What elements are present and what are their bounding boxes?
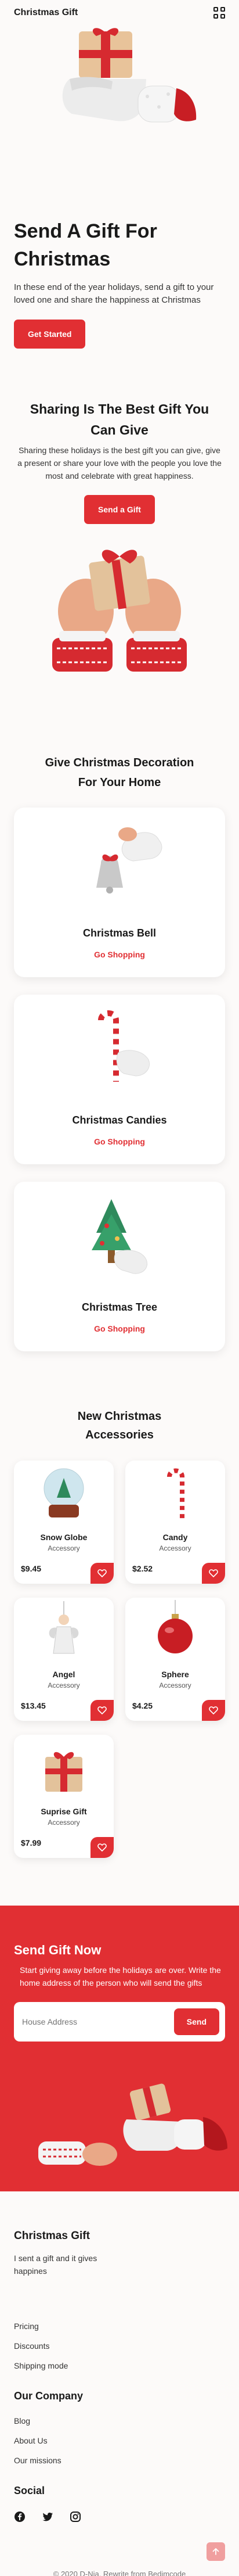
product-price: $9.45 <box>21 1564 42 1573</box>
product-name: Angel <box>52 1670 75 1679</box>
add-to-cart-button[interactable] <box>90 1837 114 1858</box>
product-type: Accessory <box>159 1681 191 1689</box>
logo[interactable]: Christmas Gift <box>14 8 78 18</box>
product-price: $13.45 <box>21 1701 46 1710</box>
product-type: Accessory <box>48 1681 80 1689</box>
accessories-title: New Christmas Accessories <box>77 1410 162 1441</box>
grid-menu-icon[interactable] <box>213 7 225 19</box>
card-title: Christmas Bell <box>82 927 157 939</box>
company-links: Blog About Us Our missions <box>14 2416 225 2465</box>
arrow-up-icon <box>212 2548 219 2555</box>
heart-icon <box>97 1706 107 1715</box>
footer-link-missions[interactable]: Our missions <box>14 2456 225 2465</box>
footer-link-about[interactable]: About Us <box>14 2436 225 2445</box>
product-type: Accessory <box>48 1544 80 1552</box>
share-image <box>16 530 223 681</box>
facebook-icon[interactable] <box>14 2511 26 2525</box>
go-shopping-link[interactable]: Go Shopping <box>14 1324 225 1333</box>
product-price: $2.52 <box>132 1564 153 1573</box>
heart-icon <box>209 1706 218 1715</box>
address-input[interactable] <box>22 2017 174 2026</box>
footer-link-shipping[interactable]: Shipping mode <box>14 2361 225 2370</box>
heart-icon <box>97 1843 107 1852</box>
product-name: Snow Globe <box>40 1533 88 1542</box>
heart-icon <box>97 1569 107 1578</box>
share-section: Sharing Is The Best Gift You Can Give Sh… <box>0 399 239 681</box>
decoration-card: Christmas Candies Go Shopping <box>14 995 225 1164</box>
send-form: Send <box>14 2002 225 2042</box>
heart-icon <box>209 1569 218 1578</box>
gift-exchange-illustration <box>38 2083 227 2166</box>
product-card: Angel Accessory $13.45 <box>14 1598 114 1721</box>
footer: Christmas Gift I sent a gift and it give… <box>0 2191 239 2576</box>
gift-hand-illustration <box>62 28 197 123</box>
footer-brand[interactable]: Christmas Gift <box>14 2230 225 2243</box>
hands-gift-illustration <box>52 550 187 672</box>
decoration-title: Give Christmas Decoration For Your Home <box>45 756 194 789</box>
footer-link-pricing[interactable]: Pricing <box>14 2322 225 2331</box>
send-image <box>0 2064 239 2191</box>
send-title: Send Gift Now <box>14 1943 102 1957</box>
instagram-icon[interactable] <box>70 2511 81 2525</box>
candy-image <box>125 1461 225 1524</box>
product-type: Accessory <box>48 1818 80 1827</box>
decoration-card: Christmas Bell Go Shopping <box>14 808 225 977</box>
footer-link-discounts[interactable]: Discounts <box>14 2341 225 2351</box>
page: Christmas Gift Send A Gift For Christmas… <box>0 0 239 2576</box>
product-price: $4.25 <box>132 1701 153 1710</box>
product-name: Candy <box>162 1533 188 1542</box>
hero-section: Send A Gift For Christmas In these end o… <box>0 26 239 349</box>
footer-description: I sent a gift and it gives happines <box>14 2254 97 2276</box>
tree-image <box>14 1182 225 1286</box>
product-card: Snow Globe Accessory $9.45 <box>14 1461 114 1584</box>
add-to-cart-button[interactable] <box>90 1563 114 1584</box>
hero-title: Send A Gift For Christmas <box>14 220 157 270</box>
social-title: Social <box>14 2485 45 2496</box>
share-text: Sharing these holidays is the best gift … <box>17 446 222 480</box>
decoration-cards: Christmas Bell Go Shopping Christmas Can… <box>0 808 239 1351</box>
footer-link-blog[interactable]: Blog <box>14 2416 225 2426</box>
accessories-grid: Snow Globe Accessory $9.45 Candy Accesso… <box>0 1461 239 1858</box>
decoration-card: Christmas Tree Go Shopping <box>14 1182 225 1351</box>
hero-image <box>14 26 225 153</box>
add-to-cart-button[interactable] <box>202 1563 225 1584</box>
footer-links: Pricing Discounts Shipping mode <box>14 2322 225 2370</box>
product-name: Sphere <box>161 1670 189 1679</box>
send-text: Start giving away before the holidays ar… <box>20 1965 221 1987</box>
product-type: Accessory <box>159 1544 191 1552</box>
snow-globe-image <box>14 1461 114 1524</box>
add-to-cart-button[interactable] <box>202 1700 225 1721</box>
card-title: Christmas Tree <box>81 1301 158 1313</box>
product-card: Suprise Gift Accessory $7.99 <box>14 1735 114 1858</box>
sphere-image <box>125 1598 225 1662</box>
angel-image <box>14 1598 114 1662</box>
product-price: $7.99 <box>21 1838 42 1847</box>
twitter-icon[interactable] <box>42 2511 53 2525</box>
product-card: Candy Accessory $2.52 <box>125 1461 225 1584</box>
get-started-button[interactable]: Get Started <box>14 320 86 349</box>
accessories-section: New Christmas Accessories Snow Globe Acc… <box>0 1407 239 1858</box>
add-to-cart-button[interactable] <box>90 1700 114 1721</box>
send-gift-section: Send Gift Now Start giving away before t… <box>0 1906 239 2191</box>
company-title: Our Company <box>14 2390 84 2402</box>
surprise-gift-image <box>14 1735 114 1799</box>
decoration-section: Give Christmas Decoration For Your Home … <box>0 753 239 1351</box>
go-shopping-link[interactable]: Go Shopping <box>14 950 225 959</box>
product-card: Sphere Accessory $4.25 <box>125 1598 225 1721</box>
go-shopping-link[interactable]: Go Shopping <box>14 1137 225 1146</box>
scroll-up-button[interactable] <box>207 2542 225 2561</box>
card-title: Christmas Candies <box>72 1114 167 1126</box>
social-icons <box>14 2511 225 2525</box>
candies-image <box>14 995 225 1099</box>
send-button[interactable]: Send <box>173 2008 219 2035</box>
bell-image <box>14 808 225 912</box>
header: Christmas Gift <box>0 0 239 26</box>
share-title: Sharing Is The Best Gift You Can Give <box>30 401 209 437</box>
send-a-gift-button[interactable]: Send a Gift <box>84 495 155 524</box>
hero-text: In these end of the year holidays, send … <box>14 282 214 305</box>
product-name: Suprise Gift <box>41 1807 87 1816</box>
copyright: © 2020 D-Nia. Rewrite from Bedimcode <box>53 2570 186 2576</box>
